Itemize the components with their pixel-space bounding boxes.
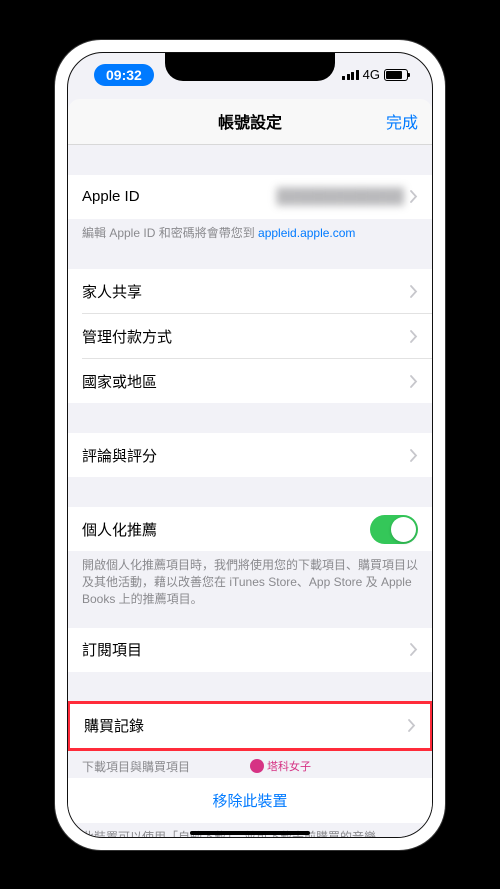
remove-device-button[interactable]: 移除此裝置 bbox=[68, 778, 432, 823]
chevron-right-icon bbox=[410, 643, 418, 656]
content[interactable]: Apple ID ████████████ 編輯 Apple ID 和密碼將會帶… bbox=[68, 145, 432, 837]
personalized-toggle[interactable] bbox=[370, 515, 418, 544]
watermark: 塔科女子 bbox=[250, 758, 311, 774]
apple-id-label: Apple ID bbox=[82, 188, 276, 205]
subscriptions-row[interactable]: 訂閱項目 bbox=[68, 628, 432, 672]
remove-device-group: 移除此裝置 bbox=[68, 778, 432, 823]
country-region-row[interactable]: 國家或地區 bbox=[68, 359, 432, 403]
chevron-right-icon bbox=[410, 449, 418, 462]
personalized-footer: 開啟個人化推薦項目時，我們將使用您的下載項目、購買項目以及其他活動，藉以改善您在… bbox=[68, 551, 432, 611]
chevron-right-icon bbox=[410, 330, 418, 343]
account-group: Apple ID ████████████ bbox=[68, 175, 432, 219]
apple-id-footer: 編輯 Apple ID 和密碼將會帶您到 appleid.apple.com bbox=[68, 219, 432, 246]
personalized-recommendations-row: 個人化推薦 bbox=[68, 507, 432, 551]
phone-frame: 09:32 4G 帳號設定 完成 Apple ID ████████████ 編 bbox=[55, 40, 445, 850]
payment-method-row[interactable]: 管理付款方式 bbox=[68, 314, 432, 358]
watermark-icon bbox=[250, 759, 264, 773]
home-indicator[interactable] bbox=[190, 831, 310, 835]
apple-id-row[interactable]: Apple ID ████████████ bbox=[68, 175, 432, 219]
ratings-group: 評論與評分 bbox=[68, 433, 432, 477]
purchase-history-row[interactable]: 購買記錄 bbox=[70, 704, 430, 748]
chevron-right-icon bbox=[408, 719, 416, 732]
chevron-right-icon bbox=[410, 190, 418, 203]
ratings-reviews-row[interactable]: 評論與評分 bbox=[68, 433, 432, 477]
chevron-right-icon bbox=[410, 375, 418, 388]
family-sharing-row[interactable]: 家人共享 bbox=[68, 269, 432, 313]
subscriptions-group: 訂閱項目 bbox=[68, 628, 432, 672]
network-label: 4G bbox=[363, 67, 380, 82]
signal-icon bbox=[342, 69, 359, 80]
settings-group-1: 家人共享 管理付款方式 國家或地區 bbox=[68, 269, 432, 403]
screen: 09:32 4G 帳號設定 完成 Apple ID ████████████ 編 bbox=[67, 52, 433, 838]
apple-id-value: ████████████ bbox=[276, 188, 404, 205]
chevron-right-icon bbox=[410, 285, 418, 298]
downloads-purchases-label: 下載項目與購買項目 塔科女子 bbox=[68, 750, 432, 778]
page-title: 帳號設定 bbox=[218, 109, 282, 133]
battery-icon bbox=[384, 69, 408, 81]
done-button[interactable]: 完成 bbox=[386, 109, 418, 133]
notch bbox=[165, 53, 335, 81]
status-indicators: 4G bbox=[342, 67, 408, 82]
status-time: 09:32 bbox=[94, 64, 154, 86]
personalized-group: 個人化推薦 bbox=[68, 507, 432, 551]
appleid-link[interactable]: appleid.apple.com bbox=[258, 226, 355, 240]
modal-header: 帳號設定 完成 bbox=[68, 99, 432, 145]
purchase-history-group: 購買記錄 bbox=[68, 701, 432, 751]
